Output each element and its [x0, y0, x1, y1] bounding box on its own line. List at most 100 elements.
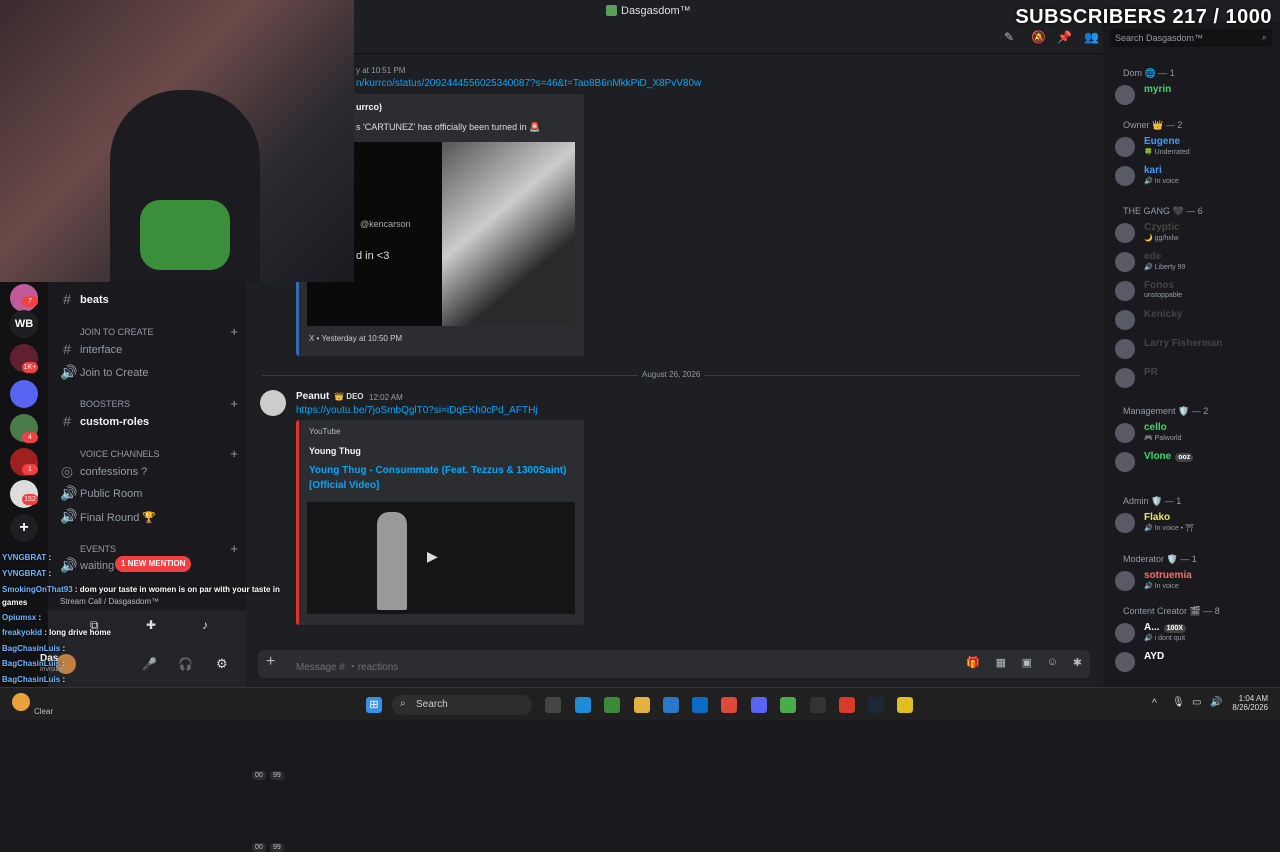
gif-icon[interactable]: ▦ — [996, 656, 1006, 669]
chat-text: : — [46, 553, 52, 562]
member-category: Content Creator 🎬 — 8 — [1123, 606, 1220, 616]
user-limit-pill: 00 — [252, 771, 266, 780]
speaker-icon: 🔊 — [60, 485, 78, 501]
stream-chat-line: games — [2, 598, 27, 607]
message-link[interactable]: n/kurrco/status/2092444556025340087?s=46… — [356, 78, 701, 89]
emoji-icon[interactable]: ☺ — [1047, 656, 1058, 668]
add-channel-icon[interactable]: + — [230, 396, 238, 411]
add-channel-icon[interactable]: + — [230, 446, 238, 461]
video-thumbnail[interactable]: ▶ — [307, 502, 575, 614]
member-item[interactable]: Czyptic 🌙 gg/hxlw — [1115, 221, 1275, 245]
add-channel-icon[interactable]: + — [230, 541, 238, 556]
headphones-icon[interactable]: 🎧 — [178, 657, 193, 671]
member-item[interactable]: AYD — [1115, 650, 1275, 674]
member-item[interactable]: Eugene 🍀 Underrated — [1115, 135, 1275, 159]
video-title[interactable]: Young Thug - Consummate (Feat. Tezzus & … — [309, 463, 569, 493]
server-folder[interactable] — [10, 380, 38, 408]
clock[interactable]: 1:04 AM 8/26/2026 — [1230, 694, 1268, 712]
outlook-icon[interactable] — [663, 697, 679, 713]
app-icon[interactable] — [839, 697, 855, 713]
image-handle: @kencarson — [360, 219, 411, 229]
chrome-icon[interactable] — [721, 697, 737, 713]
microphone-icon[interactable]: 🎙 — [1172, 697, 1185, 708]
channel-custom-roles[interactable]: # custom-roles — [60, 412, 240, 432]
embed-channel[interactable]: Young Thug — [309, 446, 361, 456]
avatar[interactable] — [260, 390, 286, 416]
microphone-icon[interactable]: 🎤 — [142, 657, 157, 671]
app-icon[interactable] — [604, 697, 620, 713]
member-item[interactable]: kari 🔊 In voice — [1115, 164, 1275, 188]
network-icon[interactable]: ▭ — [1192, 697, 1201, 708]
stream-call-label[interactable]: Stream Call / Dasgasdom™ — [60, 597, 159, 606]
chat-header — [246, 22, 1103, 54]
member-item[interactable]: myrin — [1115, 83, 1275, 107]
activities-icon[interactable]: ✚ — [146, 618, 156, 632]
member-item[interactable]: Fonos unstoppable — [1115, 279, 1275, 303]
server-badge: 7 — [22, 296, 38, 307]
browser-icon[interactable] — [780, 697, 796, 713]
member-item[interactable]: ede 🔊 Liberty 99 — [1115, 250, 1275, 274]
channel-interface[interactable]: # interface — [60, 340, 240, 360]
settings-gear-icon[interactable]: ⚙ — [216, 656, 228, 672]
chat-username: YVNGBRAT — [2, 569, 47, 578]
search-input[interactable]: Search Dasgasdom™ ⌕ — [1110, 29, 1272, 47]
channel-public-room[interactable]: 🔊 Public Room — [60, 484, 240, 504]
stream-chat-line: Opiumsx : — [2, 613, 41, 622]
member-item[interactable]: Larry Fisherman — [1115, 337, 1275, 361]
new-mention-badge[interactable]: 1 NEW MENTION — [115, 556, 192, 572]
streamer-shirt — [140, 200, 230, 270]
member-item[interactable]: PR — [1115, 366, 1275, 390]
member-list-icon[interactable]: 👥 — [1084, 30, 1099, 44]
channel-confessions[interactable]: ◎ confessions ? — [60, 462, 240, 482]
member-status: 🔊 In voice — [1144, 178, 1179, 185]
chat-text: : dom your taste in women is on par with… — [72, 585, 280, 594]
channel-final-round[interactable]: 🔊 Final Round 🏆 — [60, 507, 240, 527]
volume-icon[interactable]: 🔊 — [1210, 697, 1222, 708]
channel-join-to-create[interactable]: 🔊 Join to Create — [60, 363, 240, 383]
start-menu-icon[interactable]: ⊞ — [366, 697, 382, 713]
soundboard-icon[interactable]: ♪ — [202, 618, 208, 632]
store-icon[interactable] — [692, 697, 708, 713]
play-icon[interactable]: ▶ — [427, 548, 438, 565]
message-input[interactable]: Message # ・reactions — [296, 658, 398, 673]
pin-icon[interactable]: 📌 — [1057, 30, 1072, 44]
member-badge: ooz — [1175, 453, 1194, 462]
discord-icon[interactable] — [751, 697, 767, 713]
server-wb[interactable]: WB — [10, 310, 38, 338]
member-item[interactable]: Vlone ooz — [1115, 450, 1275, 474]
gift-icon[interactable]: 🎁 — [966, 656, 980, 669]
member-status: 🔊 In voice — [1144, 583, 1179, 590]
threads-icon[interactable]: ✎ — [1004, 30, 1014, 44]
member-name: ede — [1144, 251, 1162, 262]
add-server-button[interactable]: + — [10, 514, 38, 542]
message-author[interactable]: Peanut — [296, 391, 329, 402]
app-icon[interactable] — [897, 697, 913, 713]
member-item[interactable]: sotruemia 🔊 In voice — [1115, 569, 1275, 593]
server-badge: 1K+ — [22, 362, 38, 373]
avatar — [1115, 652, 1135, 672]
channel-beats[interactable]: # beats — [60, 290, 240, 310]
task-view-icon[interactable] — [545, 697, 561, 713]
member-item[interactable]: cello 🎮 Palworld — [1115, 421, 1275, 445]
taskbar-search[interactable]: ⌕ Search — [392, 695, 532, 715]
add-attachment-icon[interactable]: + — [266, 653, 275, 671]
avatar — [1115, 423, 1135, 443]
weather-icon[interactable] — [12, 693, 30, 711]
message-composer[interactable]: + Message # ・reactions 🎁 ▦ ▣ ☺ ✱ — [258, 650, 1090, 678]
file-explorer-icon[interactable] — [634, 697, 650, 713]
mute-icon[interactable]: 🔕 — [1031, 30, 1046, 44]
sticker-icon[interactable]: ▣ — [1022, 656, 1032, 669]
apps-icon[interactable]: ✱ — [1073, 656, 1082, 669]
obs-icon[interactable] — [810, 697, 826, 713]
search-icon: ⌕ — [1261, 32, 1267, 42]
member-item[interactable]: A... 100X 🔊 i dont quit — [1115, 621, 1275, 645]
steam-icon[interactable] — [868, 697, 884, 713]
tray-chevron-icon[interactable]: ^ — [1152, 698, 1157, 709]
chat-text: games — [2, 598, 28, 607]
edge-icon[interactable] — [575, 697, 591, 713]
add-channel-icon[interactable]: + — [230, 324, 238, 339]
member-item[interactable]: Flako 🔊 In voice • ⛩ — [1115, 511, 1275, 535]
member-name: A... 100X — [1144, 622, 1186, 633]
youtube-link[interactable]: https://youtu.be/7joSmbQglT0?si=iDqEKh0c… — [296, 405, 538, 416]
member-item[interactable]: Kenicky — [1115, 308, 1275, 332]
